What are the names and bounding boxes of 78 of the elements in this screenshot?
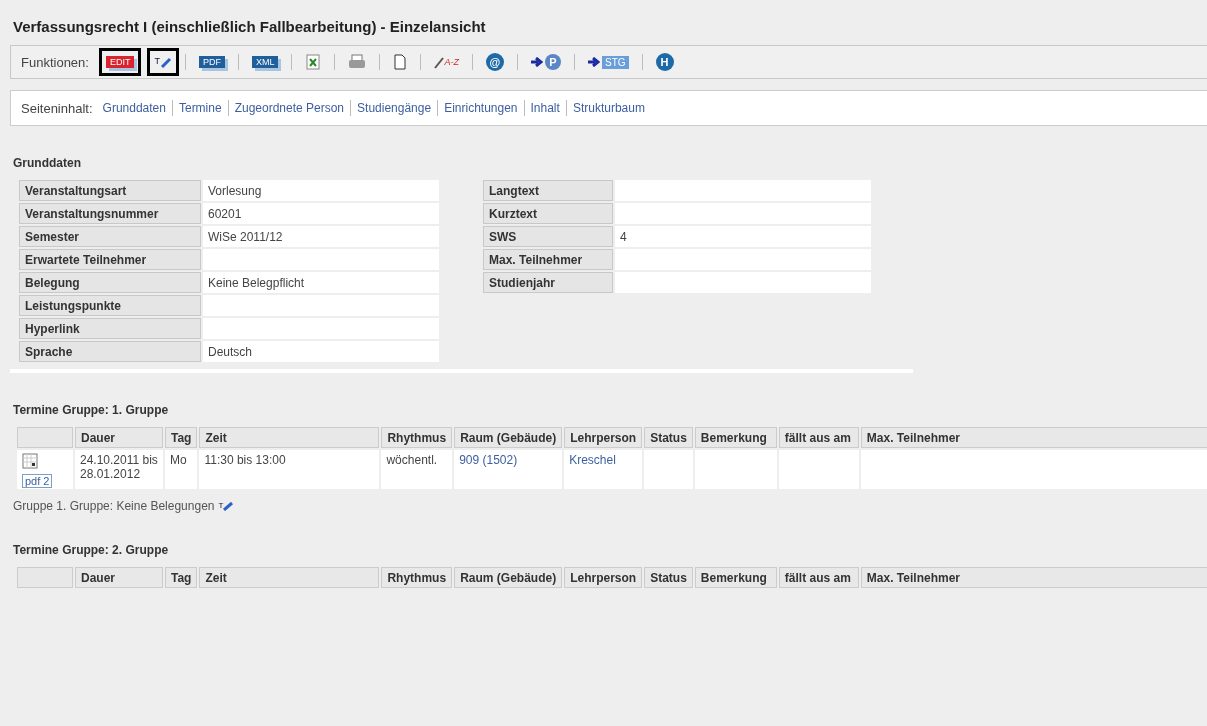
toolbar-button[interactable]: EDIT	[98, 48, 142, 76]
field-label: Belegung	[19, 272, 201, 293]
section-link[interactable]: Termine	[178, 101, 222, 115]
field-label: Sprache	[19, 341, 201, 362]
field-value: Keine Belegpflicht	[203, 272, 439, 293]
column-header: Raum (Gebäude)	[454, 567, 563, 588]
section-heading: Termine Gruppe: 1. Gruppe	[13, 403, 170, 417]
column-header: Rhythmus	[381, 567, 453, 588]
calendar-icon	[22, 453, 38, 469]
field-label: Studienjahr	[483, 272, 613, 293]
field-label: Leistungspunkte	[19, 295, 201, 316]
header-cell	[17, 567, 73, 588]
toolbar-button[interactable]: XML	[244, 48, 286, 76]
field-label: Veranstaltungsnummer	[19, 203, 201, 224]
toolbar-label: Funktionen:	[21, 54, 89, 70]
section-link[interactable]: Einrichtungen	[444, 101, 518, 115]
field-label: Semester	[19, 226, 201, 247]
field-label: SWS	[483, 226, 613, 247]
column-header: fällt aus am	[778, 427, 859, 448]
table-cell: wöchentl.	[381, 450, 453, 489]
toolbar-button[interactable]: T	[147, 48, 179, 76]
column-header: Lehrperson	[564, 567, 643, 588]
section-heading: Termine Gruppe: 2. Gruppe	[13, 543, 170, 557]
edit-badge: EDIT	[105, 56, 135, 68]
column-header: Zeit	[199, 427, 380, 448]
field-label: Langtext	[483, 180, 613, 201]
column-header: Status	[644, 427, 693, 448]
column-header: Bemerkung	[694, 427, 777, 448]
column-header: Raum (Gebäude)	[454, 427, 563, 448]
table-cell: 11:30 bis 13:00	[199, 450, 380, 489]
toolbar-button[interactable]: A-Z	[427, 48, 466, 76]
field-value: 4	[615, 226, 871, 247]
field-label: Hyperlink	[19, 318, 201, 339]
section-link[interactable]: Studiengänge	[357, 101, 432, 115]
toolbar-button[interactable]: H	[648, 48, 681, 76]
column-header: Dauer	[75, 567, 163, 588]
cell-link[interactable]: 909 (1502)	[459, 453, 518, 467]
section-link[interactable]: Strukturbaum	[572, 101, 645, 115]
field-label: Kurztext	[483, 203, 613, 224]
pdf-link[interactable]: pdf 2	[22, 474, 53, 488]
section-link[interactable]: Grunddaten	[102, 101, 166, 115]
field-label: Max. Teilnehmer	[483, 249, 613, 270]
header-cell	[17, 427, 73, 448]
toolbar-button[interactable]: @	[478, 48, 511, 76]
field-label: Erwartete Teilnehmer	[19, 249, 201, 270]
group-note: Gruppe 1. Gruppe: Keine Belegungen	[13, 499, 215, 513]
nav-label: Seiteninhalt:	[21, 100, 93, 116]
table-cell: 24.10.2011 bis 28.01.2012	[75, 450, 163, 489]
column-header: Status	[644, 567, 693, 588]
toolbar-button[interactable]: P	[523, 48, 568, 76]
section-link[interactable]: Inhalt	[530, 101, 560, 115]
column-header: fällt aus am	[778, 567, 859, 588]
column-header: Zeit	[199, 567, 380, 588]
field-value: Vorlesung	[203, 180, 439, 201]
column-header: Tag	[165, 567, 198, 588]
section-heading: Grunddaten	[13, 156, 82, 170]
column-header: Lehrperson	[564, 427, 643, 448]
circle-icon: @	[485, 53, 504, 71]
column-header: Max. Teilnehmer	[860, 427, 1207, 448]
field-label: Veranstaltungsart	[19, 180, 201, 201]
toolbar-button[interactable]: PDF	[191, 48, 232, 76]
table-cell: Mo	[165, 450, 198, 489]
field-value: WiSe 2011/12	[203, 226, 439, 247]
pdf-badge: PDF	[198, 56, 225, 68]
printer-icon	[348, 54, 367, 70]
column-header: Max. Teilnehmer	[860, 567, 1207, 588]
column-header: Dauer	[75, 427, 163, 448]
column-header: Rhythmus	[381, 427, 453, 448]
field-value: Deutsch	[203, 341, 439, 362]
document-icon	[393, 54, 408, 70]
page-title: Verfassungsrecht I (einschließlich Fallbearbeitung) - Einzelansicht	[13, 18, 487, 35]
field-value: 60201	[203, 203, 439, 224]
column-header: Bemerkung	[694, 567, 777, 588]
circle-icon: H	[655, 53, 674, 71]
column-header: Tag	[165, 427, 198, 448]
spreadsheet-icon	[305, 54, 322, 70]
xml-badge: XML	[251, 56, 279, 68]
section-link[interactable]: Zugeordnete Person	[234, 101, 345, 115]
